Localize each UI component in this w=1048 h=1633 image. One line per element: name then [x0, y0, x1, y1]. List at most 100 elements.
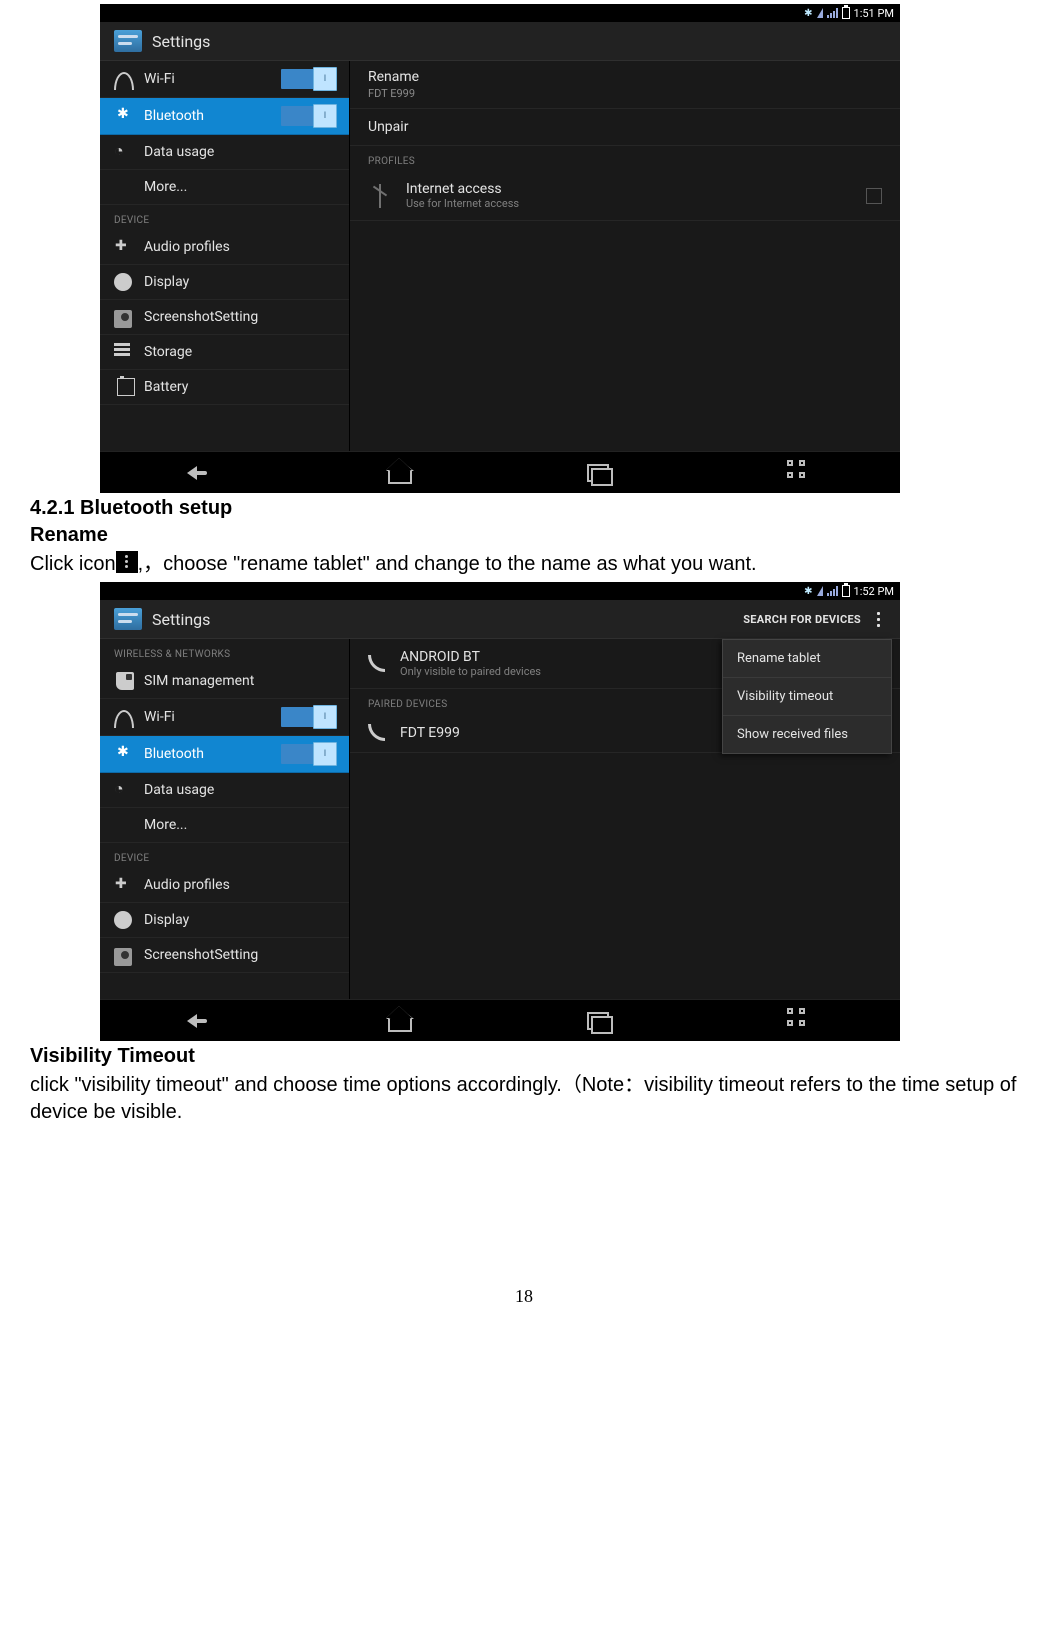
nav-recent-icon[interactable] — [587, 1008, 613, 1034]
bluetooth-toggle-2[interactable]: I — [281, 744, 335, 764]
sidebar-item-audio[interactable]: Audio profiles — [100, 230, 349, 265]
bluetooth-icon — [114, 745, 132, 763]
context-rename-row[interactable]: Rename FDT E999 — [350, 61, 900, 109]
more-label: More... — [144, 179, 187, 195]
display-icon — [114, 911, 132, 929]
nav-home-icon[interactable] — [387, 1008, 413, 1034]
rename-instruction: Click icon,，choose "rename tablet" and c… — [30, 551, 1018, 578]
popup-show-received[interactable]: Show received files — [723, 716, 891, 753]
sidebar-item-bluetooth-2[interactable]: Bluetooth I — [100, 736, 349, 773]
app-title-text-2: Settings — [152, 610, 210, 629]
display-icon — [114, 273, 132, 291]
rename-subheading: Rename — [30, 524, 1018, 547]
sidebar-header-device-2: DEVICE — [100, 843, 349, 868]
audio-icon — [114, 876, 132, 894]
bluetooth-label: Bluetooth — [144, 108, 204, 124]
this-device-sub: Only visible to paired devices — [400, 665, 541, 678]
wifi-label-2: Wi-Fi — [144, 709, 175, 725]
camera-icon — [114, 948, 132, 966]
sidebar-item-more[interactable]: More... — [100, 170, 349, 205]
nav-back-icon[interactable] — [187, 460, 213, 486]
section-heading: 4.2.1 Bluetooth setup — [30, 497, 1018, 520]
bluetooth-icon — [114, 107, 132, 125]
wifi-toggle[interactable]: I — [281, 69, 335, 89]
battery-label: Battery — [144, 379, 188, 395]
settings-app-icon — [114, 30, 142, 52]
settings-sidebar-2: WIRELESS & NETWORKS SIM management Wi-Fi… — [100, 639, 350, 999]
sidebar-item-bluetooth[interactable]: Bluetooth I — [100, 98, 349, 135]
unpair-label: Unpair — [368, 119, 408, 135]
phone-icon — [368, 655, 386, 673]
storage-icon — [114, 343, 132, 361]
storage-label: Storage — [144, 344, 192, 360]
signal-bars-icon — [827, 8, 838, 18]
bluetooth-status-icon: ✱ — [804, 586, 812, 597]
screenshot-bluetooth-overflow-menu: ✱ 1:52 PM Settings SEARCH FOR DEVICES WI… — [100, 582, 900, 1041]
nav-bar-2 — [100, 999, 900, 1041]
settings-app-icon — [114, 608, 142, 630]
camera-icon — [114, 310, 132, 328]
data-usage-icon — [114, 143, 132, 161]
sidebar-item-data-2[interactable]: Data usage — [100, 773, 349, 808]
sidebar-item-sim[interactable]: SIM management — [100, 664, 349, 699]
sidebar-header-device: DEVICE — [100, 205, 349, 230]
nav-screenshot-icon[interactable] — [787, 460, 813, 486]
sidebar-item-battery[interactable]: Battery — [100, 370, 349, 405]
audio-label: Audio profiles — [144, 239, 230, 255]
data-label-2: Data usage — [144, 782, 214, 798]
more-label-2: More... — [144, 817, 187, 833]
sidebar-item-display[interactable]: Display — [100, 265, 349, 300]
profile-internet-access[interactable]: Internet access Use for Internet access — [350, 171, 900, 221]
sidebar-item-screenshot-2[interactable]: ScreenshotSetting — [100, 938, 349, 973]
screenshot-label: ScreenshotSetting — [144, 309, 258, 325]
sidebar-item-more-2[interactable]: More... — [100, 808, 349, 843]
sidebar-item-wifi-2[interactable]: Wi-Fi I — [100, 699, 349, 736]
popup-visibility-timeout[interactable]: Visibility timeout — [723, 678, 891, 716]
rename-sub: FDT E999 — [368, 87, 882, 100]
nav-back-icon[interactable] — [187, 1008, 213, 1034]
context-unpair-row[interactable]: Unpair — [350, 109, 900, 146]
sidebar-item-display-2[interactable]: Display — [100, 903, 349, 938]
screenshot-bluetooth-context-menu: ✱ 1:51 PM Settings Wi-Fi I Bluetooth I — [100, 4, 900, 493]
wifi-toggle-2[interactable]: I — [281, 707, 335, 727]
status-bar-2: ✱ 1:52 PM — [100, 582, 900, 600]
search-for-devices-button[interactable]: SEARCH FOR DEVICES — [743, 613, 861, 626]
blank-icon — [114, 816, 132, 834]
app-title-bar-2: Settings SEARCH FOR DEVICES — [100, 600, 900, 639]
display-label-2: Display — [144, 912, 189, 928]
nav-screenshot-icon[interactable] — [787, 1008, 813, 1034]
paired-device-name: FDT E999 — [400, 725, 460, 741]
this-device-name: ANDROID BT — [400, 649, 541, 665]
bluetooth-profile-icon — [368, 184, 392, 208]
sidebar-item-screenshot[interactable]: ScreenshotSetting — [100, 300, 349, 335]
nav-recent-icon[interactable] — [587, 460, 613, 486]
visibility-timeout-subheading: Visibility Timeout — [30, 1045, 1018, 1068]
internet-access-sub: Use for Internet access — [406, 197, 519, 210]
app-title-text: Settings — [152, 32, 210, 51]
sidebar-item-wifi[interactable]: Wi-Fi I — [100, 61, 349, 98]
sidebar-item-audio-2[interactable]: Audio profiles — [100, 868, 349, 903]
visibility-timeout-instruction: click "visibility timeout" and choose ti… — [30, 1072, 1018, 1126]
app-title-bar: Settings — [100, 22, 900, 61]
profiles-header: PROFILES — [350, 146, 900, 171]
nav-bar — [100, 451, 900, 493]
bluetooth-toggle[interactable]: I — [281, 106, 335, 126]
overflow-menu-button[interactable] — [871, 612, 886, 627]
wifi-label: Wi-Fi — [144, 71, 175, 87]
sidebar-header-wireless: WIRELESS & NETWORKS — [100, 639, 349, 664]
nav-home-icon[interactable] — [387, 460, 413, 486]
rename-label: Rename — [368, 69, 882, 85]
popup-rename-tablet[interactable]: Rename tablet — [723, 640, 891, 678]
status-clock-2: 1:52 PM — [854, 585, 894, 598]
data-usage-icon — [114, 781, 132, 799]
overflow-popup-menu: Rename tablet Visibility timeout Show re… — [722, 639, 892, 754]
audio-label-2: Audio profiles — [144, 877, 230, 893]
sidebar-item-data-usage[interactable]: Data usage — [100, 135, 349, 170]
internet-access-title: Internet access — [406, 181, 519, 197]
status-clock: 1:51 PM — [854, 7, 894, 20]
page-number: 18 — [30, 1286, 1018, 1307]
bluetooth-status-icon: ✱ — [804, 8, 812, 19]
wifi-icon — [114, 70, 132, 88]
sidebar-item-storage[interactable]: Storage — [100, 335, 349, 370]
internet-access-checkbox[interactable] — [866, 188, 882, 204]
